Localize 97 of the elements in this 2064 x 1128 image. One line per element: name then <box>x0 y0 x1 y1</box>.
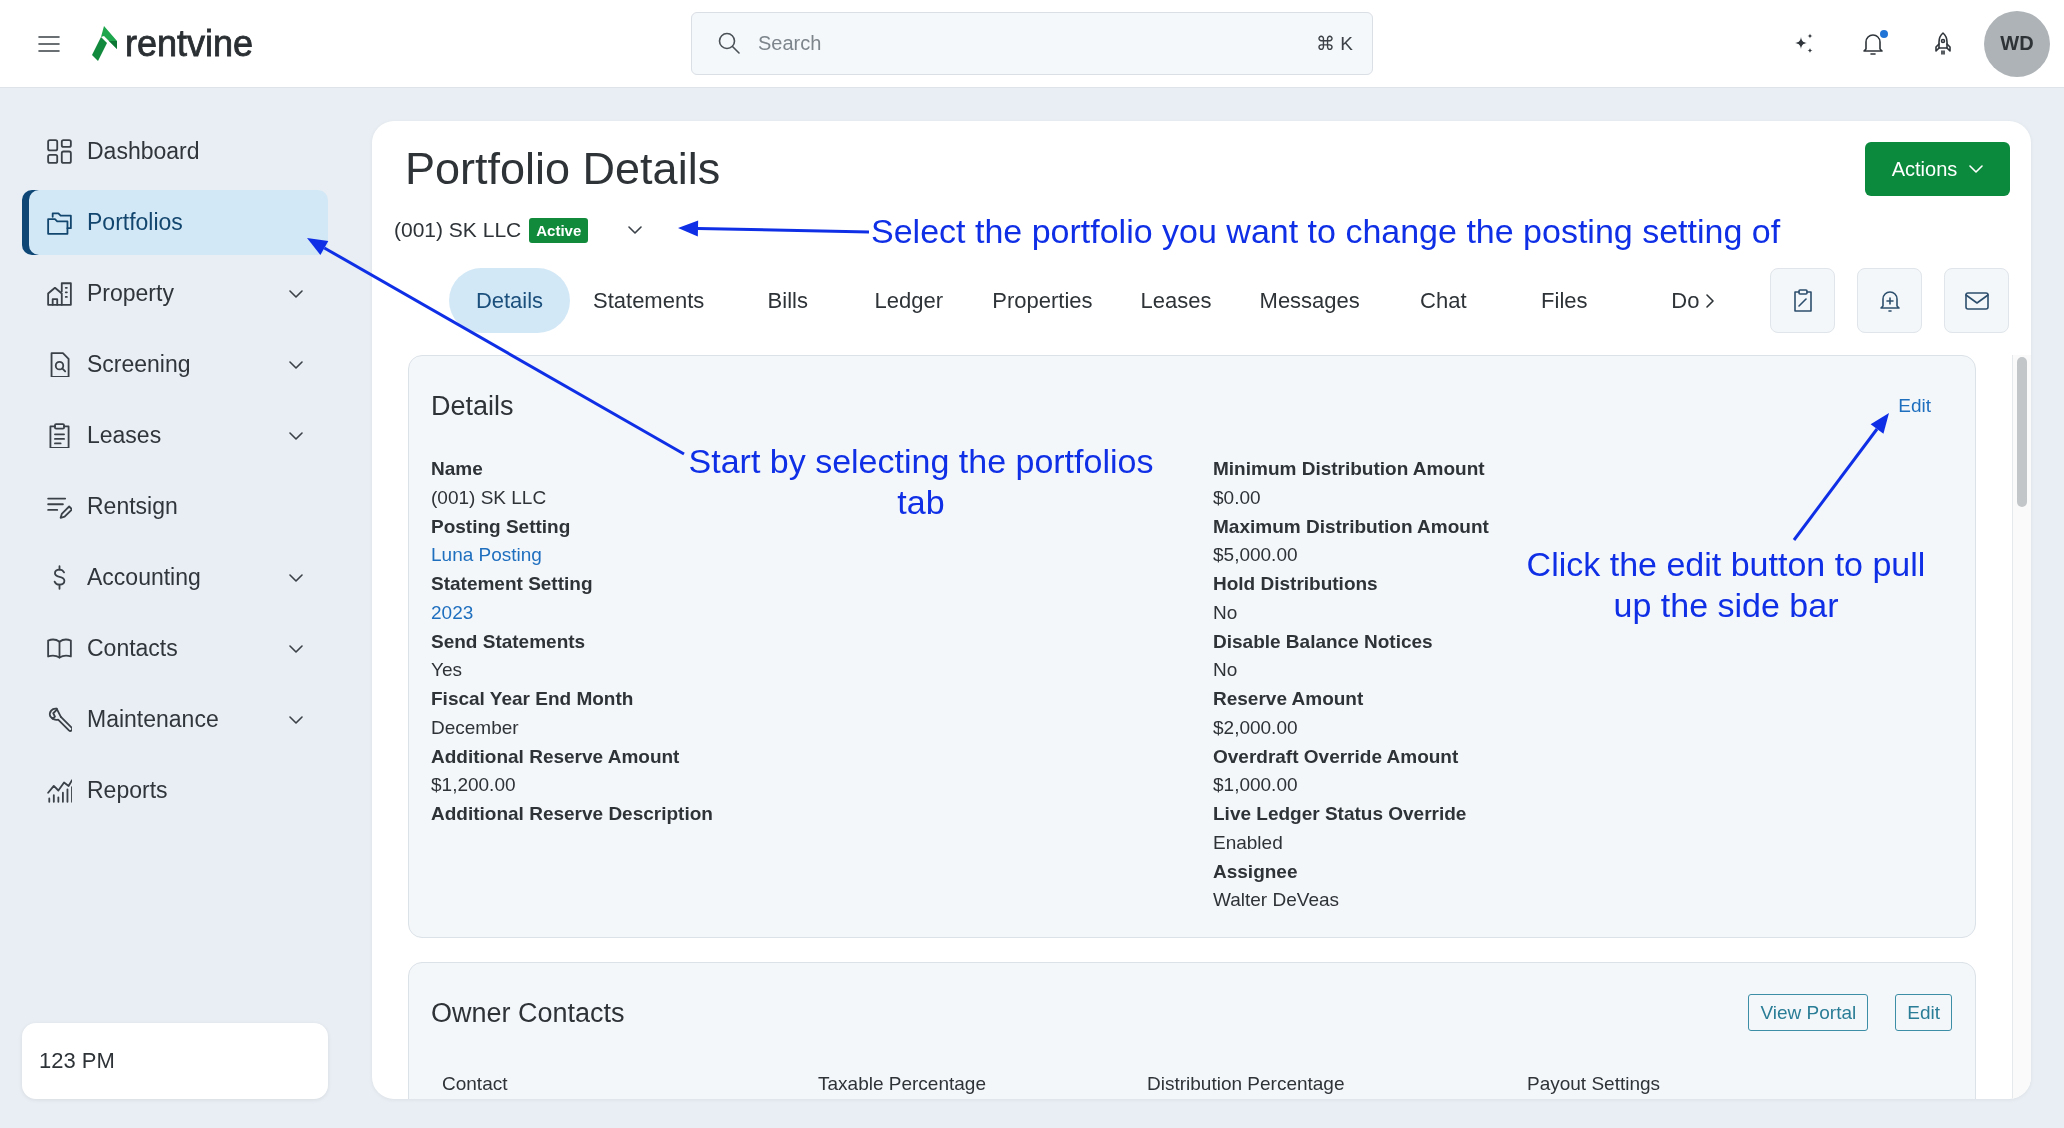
chevron-down-icon <box>289 289 303 298</box>
chevron-down-icon <box>289 431 303 440</box>
tab[interactable]: Messages <box>1236 268 1383 333</box>
clipboard-list-icon <box>47 423 72 448</box>
sidebar-item[interactable]: Reports <box>22 758 328 823</box>
card-title: Owner Contacts <box>431 996 625 1030</box>
sidebar-item[interactable]: Portfolios <box>22 190 328 255</box>
portfolio-selector[interactable]: (001) SK LLC Active <box>394 217 643 243</box>
shortcut-hint: ⌘ K <box>1316 32 1353 55</box>
field-value: $1,000.00 <box>1213 773 1298 798</box>
field-label: Overdraft Override Amount <box>1213 744 1459 769</box>
column-header: Contact <box>442 1072 509 1096</box>
sidebar-item[interactable]: Contacts <box>22 616 328 681</box>
edit-link[interactable]: Edit <box>1898 395 1931 417</box>
field-value: December <box>431 715 519 740</box>
envelope-icon <box>1964 291 1989 310</box>
field-label: Hold Distributions <box>1213 572 1378 596</box>
tab[interactable]: Do <box>1624 268 1702 333</box>
tab[interactable]: Leases <box>1115 268 1237 333</box>
grid-icon <box>47 139 72 164</box>
field-label: Minimum Distribution Amount <box>1213 457 1485 481</box>
field-value: (001) SK LLC <box>431 485 547 510</box>
sidebar-item[interactable]: Screening <box>22 332 328 397</box>
field-link[interactable]: 2023 <box>431 598 474 628</box>
field-value: Walter DeVeas <box>1213 888 1339 913</box>
tab[interactable]: Details <box>449 268 570 333</box>
chevron-down-icon <box>289 644 303 653</box>
field-link[interactable]: Luna Posting <box>431 541 542 570</box>
chevron-down-icon <box>289 360 303 369</box>
email-button[interactable] <box>1944 268 2009 333</box>
field-value: $1,200.00 <box>431 773 516 798</box>
sidebar-item[interactable]: Maintenance <box>22 687 328 752</box>
tab[interactable]: Files <box>1503 268 1625 333</box>
chevron-down-icon <box>1969 165 1984 173</box>
field-value: $0.00 <box>1213 485 1261 510</box>
wrench-icon <box>47 707 72 732</box>
annotation-text: Start by selecting the portfolios tab <box>687 441 1155 523</box>
scrollbar-thumb[interactable] <box>2017 357 2027 507</box>
book-icon <box>47 636 72 661</box>
field-label: Posting Setting <box>431 514 571 539</box>
field-value: No <box>1213 658 1238 683</box>
field-value: No <box>1213 600 1238 625</box>
logo-icon <box>92 26 117 61</box>
tab[interactable]: Ledger <box>848 268 970 333</box>
bell-plus-icon <box>1879 288 1900 313</box>
field-label: Send Statements <box>431 629 586 654</box>
column-header: Distribution Percentage <box>1147 1072 1346 1096</box>
status-badge: Active <box>529 217 589 243</box>
annotation-text: Select the portfolio you want to change the posting setting of <box>871 211 1781 252</box>
field-value: $2,000.00 <box>1213 715 1298 740</box>
column-header: Payout Settings <box>1527 1072 1662 1096</box>
tab[interactable]: Statements <box>570 268 728 333</box>
reminder-button[interactable] <box>1857 268 1922 333</box>
card-title: Details <box>431 390 514 423</box>
actions-button[interactable]: Actions <box>1865 142 2010 196</box>
annotation-text: Click the edit button to pull up the side bar <box>1525 544 1927 626</box>
field-label: Live Ledger Status Override <box>1213 802 1467 826</box>
chevron-down-icon <box>289 573 303 582</box>
search-icon <box>718 32 740 54</box>
field-label: Additional Reserve Description <box>431 802 713 826</box>
sidebar-item[interactable]: Rentsign <box>22 474 328 539</box>
sidebar-footer-text: 123 PM <box>22 1023 328 1099</box>
field-value: Yes <box>431 658 462 683</box>
sidebar-item[interactable]: Leases <box>22 403 328 468</box>
user-avatar[interactable]: WD <box>1984 10 2050 77</box>
chevron-down-icon <box>628 226 643 234</box>
tab[interactable]: Bills <box>727 268 849 333</box>
chevron-right-icon <box>1706 293 1714 308</box>
field-label: Additional Reserve Amount <box>431 744 680 769</box>
field-label: Reserve Amount <box>1213 687 1364 711</box>
field-label: Disable Balance Notices <box>1213 629 1433 654</box>
rocket-icon <box>1934 32 1952 55</box>
tab[interactable]: Chat <box>1382 268 1504 333</box>
clipboard-pencil-icon <box>1792 289 1813 312</box>
field-label: Statement Setting <box>431 572 593 596</box>
sidebar-item[interactable]: Accounting <box>22 545 328 610</box>
page-title: Portfolio Details <box>405 142 721 196</box>
logo-text: rentvine <box>125 23 254 64</box>
field-label: Maximum Distribution Amount <box>1213 514 1489 539</box>
column-header: Taxable Percentage <box>818 1072 987 1096</box>
outline-button[interactable]: Edit <box>1895 994 1952 1031</box>
chevron-down-icon <box>289 715 303 724</box>
folders-icon <box>47 210 72 235</box>
field-label: Fiscal Year End Month <box>431 687 634 711</box>
outline-button[interactable]: View Portal <box>1748 994 1869 1031</box>
menu-icon <box>38 35 60 52</box>
field-label: Assignee <box>1213 859 1298 884</box>
sidebar-item[interactable]: Property <box>22 261 328 326</box>
field-value: $5,000.00 <box>1213 543 1298 568</box>
tab[interactable]: Properties <box>969 268 1116 333</box>
field-label: Name <box>431 457 483 481</box>
field-value: Enabled <box>1213 830 1283 855</box>
buildings-icon <box>47 281 72 306</box>
bell-icon <box>1863 31 1883 56</box>
sidebar-item[interactable]: Dashboard <box>22 119 328 184</box>
chart-icon <box>47 778 72 803</box>
task-button[interactable] <box>1770 268 1835 333</box>
